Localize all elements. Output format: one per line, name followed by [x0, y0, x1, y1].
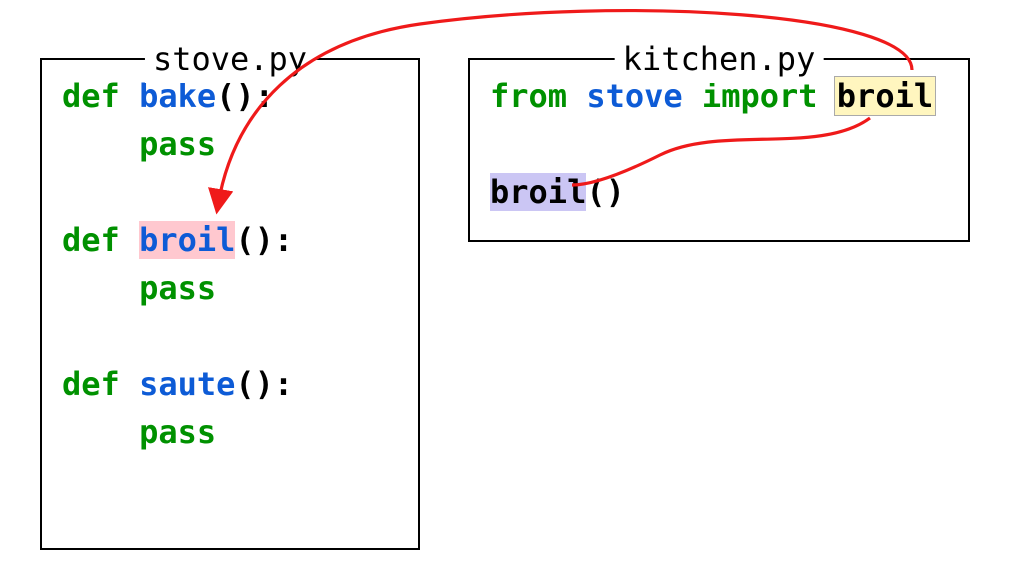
kw-def: def: [62, 365, 120, 403]
code-stove: def bake(): pass def broil(): pass def s…: [62, 72, 402, 456]
file-box-stove: stove.py def bake(): pass def broil(): p…: [40, 58, 420, 550]
file-box-kitchen: kitchen.py from stove import broil broil…: [468, 58, 970, 242]
paren-colon: ():: [235, 221, 293, 259]
file-title-kitchen: kitchen.py: [615, 35, 824, 83]
kw-pass: pass: [139, 269, 216, 307]
paren-colon: ():: [235, 365, 293, 403]
call-broil: broil: [490, 173, 586, 211]
kw-pass: pass: [139, 413, 216, 451]
import-symbol-broil: broil: [834, 76, 936, 116]
fn-broil-def: broil: [139, 221, 235, 259]
code-kitchen: from stove import broil broil(): [490, 72, 952, 216]
kw-pass: pass: [139, 125, 216, 163]
kw-from: from: [490, 77, 567, 115]
kw-def: def: [62, 77, 120, 115]
kw-def: def: [62, 221, 120, 259]
file-title-stove: stove.py: [145, 35, 315, 83]
fn-saute: saute: [139, 365, 235, 403]
call-parens: (): [586, 173, 625, 211]
